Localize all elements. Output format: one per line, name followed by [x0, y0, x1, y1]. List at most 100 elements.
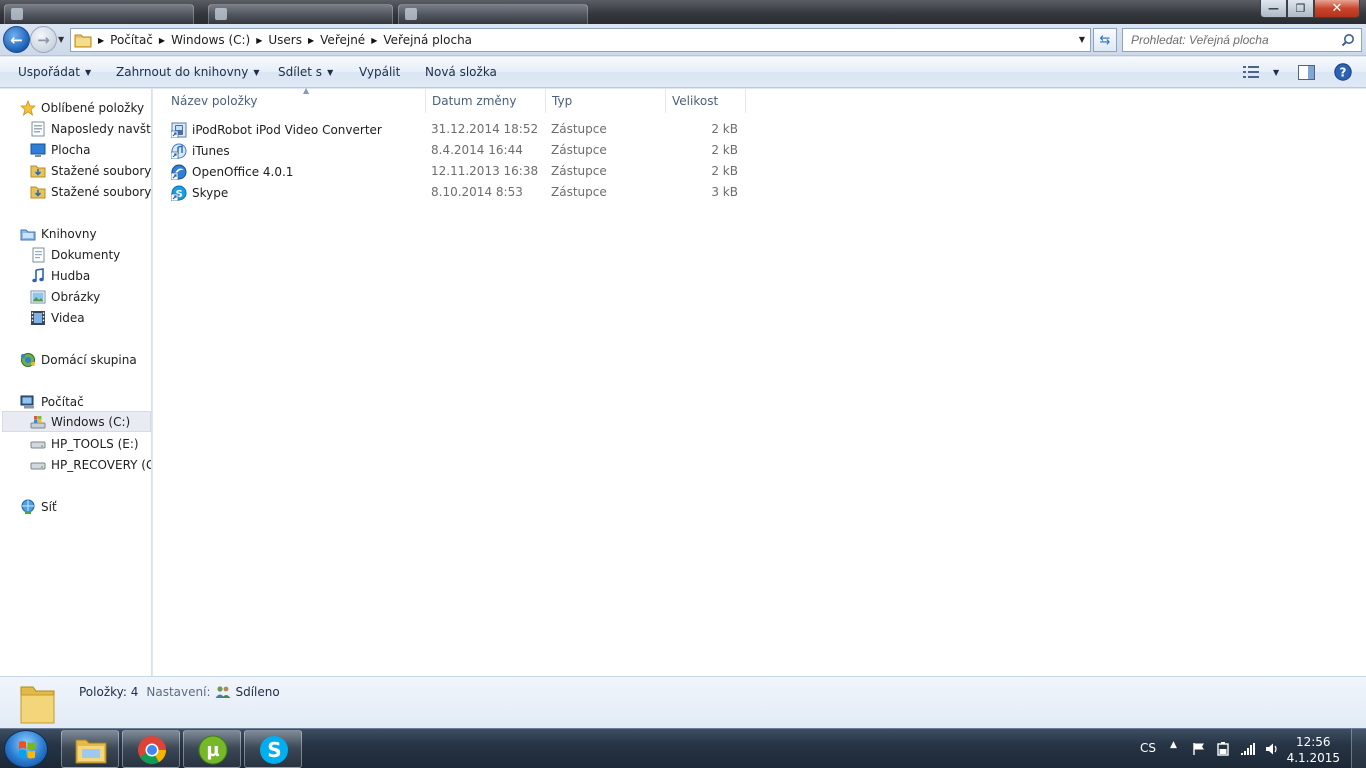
taskbar-chrome[interactable]	[122, 730, 180, 768]
nav-downloads[interactable]: Stažené soubory	[30, 181, 151, 202]
table-row[interactable]: OpenOffice 4.0.1 12.11.2013 16:38 Zástup…	[153, 161, 753, 182]
breadcrumb-public-desktop[interactable]: Veřejná plocha	[383, 33, 472, 47]
nav-downloads[interactable]: Stažené soubory	[30, 160, 151, 181]
downloads-folder-icon	[30, 186, 46, 198]
chevron-down-icon: ▼	[84, 68, 92, 77]
skype-icon: S	[260, 736, 288, 764]
nav-drive-g[interactable]: HP_RECOVERY (G:)	[30, 454, 151, 475]
organize-button[interactable]: Uspořádat ▼	[18, 65, 91, 79]
new-folder-button[interactable]: Nová složka	[425, 65, 497, 79]
navigation-pane: Oblíbené položky Naposledy navštívené Pl…	[0, 89, 152, 676]
chrome-icon	[138, 736, 166, 764]
close-button[interactable]: ✕	[1314, 0, 1360, 18]
taskbar-explorer[interactable]	[61, 730, 119, 768]
windows-drive-icon	[30, 415, 46, 428]
start-button[interactable]	[4, 730, 48, 768]
refresh-button[interactable]: ⇆	[1093, 28, 1117, 52]
file-name: iTunes	[192, 144, 230, 158]
file-name-cell[interactable]: OpenOffice 4.0.1	[171, 164, 293, 180]
file-date: 8.10.2014 8:53	[431, 185, 523, 199]
nav-network[interactable]: Síť	[20, 496, 57, 517]
back-button[interactable]: ←	[3, 26, 30, 53]
forward-button[interactable]: →	[30, 26, 57, 53]
nav-pictures[interactable]: Obrázky	[30, 286, 100, 307]
search-icon[interactable]	[1341, 33, 1355, 47]
chevron-down-icon: ▼	[327, 68, 334, 77]
nav-computer[interactable]: Počítač	[20, 391, 84, 412]
power-icon[interactable]	[1216, 741, 1230, 757]
share-with-button[interactable]: Sdílet s ▼	[278, 65, 333, 79]
recent-pages-dropdown[interactable]: ▼	[58, 35, 64, 44]
breadcrumb-separator-icon[interactable]: ▶	[371, 36, 377, 45]
breadcrumb-separator-icon[interactable]: ▶	[256, 36, 262, 45]
file-size: 2 kB	[711, 164, 738, 178]
clock[interactable]: 12:56 4.1.2015	[1287, 734, 1340, 766]
file-name: iPodRobot iPod Video Converter	[192, 123, 382, 137]
change-view-button[interactable]: ▼	[1243, 62, 1279, 82]
nav-documents-label: Dokumenty	[51, 247, 121, 262]
taskbar: µ S CS ▲ 12:56 4.1.2015	[0, 728, 1366, 768]
taskbar-utorrent[interactable]: µ	[183, 730, 241, 768]
breadcrumb-users[interactable]: Users	[268, 33, 302, 47]
nav-recent-places[interactable]: Naposledy navštívené	[30, 118, 151, 139]
show-desktop-button[interactable]	[1351, 729, 1366, 768]
file-name-cell[interactable]: iPodRobot iPod Video Converter	[171, 122, 382, 138]
breadcrumb-windows-c[interactable]: Windows (C:)	[171, 33, 250, 47]
include-in-library-button[interactable]: Zahrnout do knihovny ▼	[116, 65, 260, 79]
language-indicator[interactable]: CS	[1140, 741, 1156, 755]
nav-music[interactable]: Hudba	[30, 265, 90, 286]
table-row[interactable]: iTunes 8.4.2014 16:44 Zástupce 2 kB	[153, 140, 753, 161]
taskbar-skype[interactable]: S	[244, 730, 302, 768]
breadcrumb-separator-icon[interactable]: ▶	[98, 36, 104, 45]
item-count: Položky: 4	[79, 685, 139, 699]
downloads-folder-icon	[30, 165, 46, 177]
hard-drive-icon	[30, 441, 46, 448]
table-row[interactable]: iPodRobot iPod Video Converter 31.12.201…	[153, 119, 753, 140]
burn-button[interactable]: Vypálit	[359, 65, 400, 79]
view-dropdown-icon[interactable]: ▼	[1273, 68, 1279, 77]
nav-videos-label: Videa	[51, 310, 85, 325]
desktop-icon	[30, 143, 46, 157]
address-bar[interactable]: ▶ Počítač ▶ Windows (C:) ▶ Users ▶ Veřej…	[70, 28, 1091, 52]
clock-date: 4.1.2015	[1286, 751, 1340, 765]
window-controls: — ❐ ✕	[1260, 0, 1360, 18]
file-name-cell[interactable]: iTunes	[171, 143, 230, 159]
address-history-dropdown-icon[interactable]: ▼	[1079, 35, 1085, 44]
include-in-library-label: Zahrnout do knihovny	[116, 65, 249, 79]
nav-libraries[interactable]: Knihovny	[20, 223, 97, 244]
volume-icon[interactable]	[1265, 742, 1279, 756]
column-header-date-label: Datum změny	[432, 94, 517, 108]
nav-videos[interactable]: Videa	[30, 307, 85, 328]
search-box[interactable]	[1122, 28, 1362, 52]
nav-libraries-label: Knihovny	[41, 226, 97, 241]
file-date: 8.4.2014 16:44	[431, 143, 523, 157]
maximize-button[interactable]: ❐	[1287, 0, 1314, 18]
nav-documents[interactable]: Dokumenty	[30, 244, 120, 265]
column-header-name[interactable]: Název položky ▲	[165, 86, 426, 113]
nav-downloads-label: Stažené soubory	[51, 163, 152, 178]
search-input[interactable]	[1131, 33, 1331, 47]
minimize-button[interactable]: —	[1260, 0, 1287, 18]
nav-favorites[interactable]: Oblíbené položky	[20, 97, 144, 118]
preview-pane-button[interactable]	[1298, 62, 1315, 82]
network-signal-icon[interactable]	[1240, 742, 1256, 756]
action-center-flag-icon[interactable]	[1192, 742, 1206, 756]
hard-drive-icon	[30, 462, 46, 469]
breadcrumb-separator-icon[interactable]: ▶	[308, 36, 314, 45]
table-row[interactable]: S Skype 8.10.2014 8:53 Zástupce 3 kB	[153, 182, 753, 203]
column-header-type[interactable]: Typ	[546, 89, 666, 113]
breadcrumb-separator-icon[interactable]: ▶	[159, 36, 165, 45]
nav-desktop[interactable]: Plocha	[30, 139, 90, 160]
nav-drive-e[interactable]: HP_TOOLS (E:)	[30, 433, 139, 454]
help-button[interactable]: ?	[1334, 62, 1352, 82]
column-header-date[interactable]: Datum změny	[426, 89, 546, 113]
nav-homegroup[interactable]: Domácí skupina	[20, 349, 137, 370]
file-name-cell[interactable]: S Skype	[171, 185, 228, 201]
show-hidden-icons-icon[interactable]: ▲	[1170, 740, 1177, 750]
breadcrumb-computer[interactable]: Počítač	[110, 33, 153, 47]
breadcrumb-public[interactable]: Veřejné	[320, 33, 365, 47]
nav-drive-c[interactable]: Windows (C:)	[2, 411, 151, 432]
column-header-size[interactable]: Velikost	[666, 89, 746, 113]
file-date: 31.12.2014 18:52	[431, 122, 539, 136]
column-header-size-label: Velikost	[672, 94, 719, 108]
